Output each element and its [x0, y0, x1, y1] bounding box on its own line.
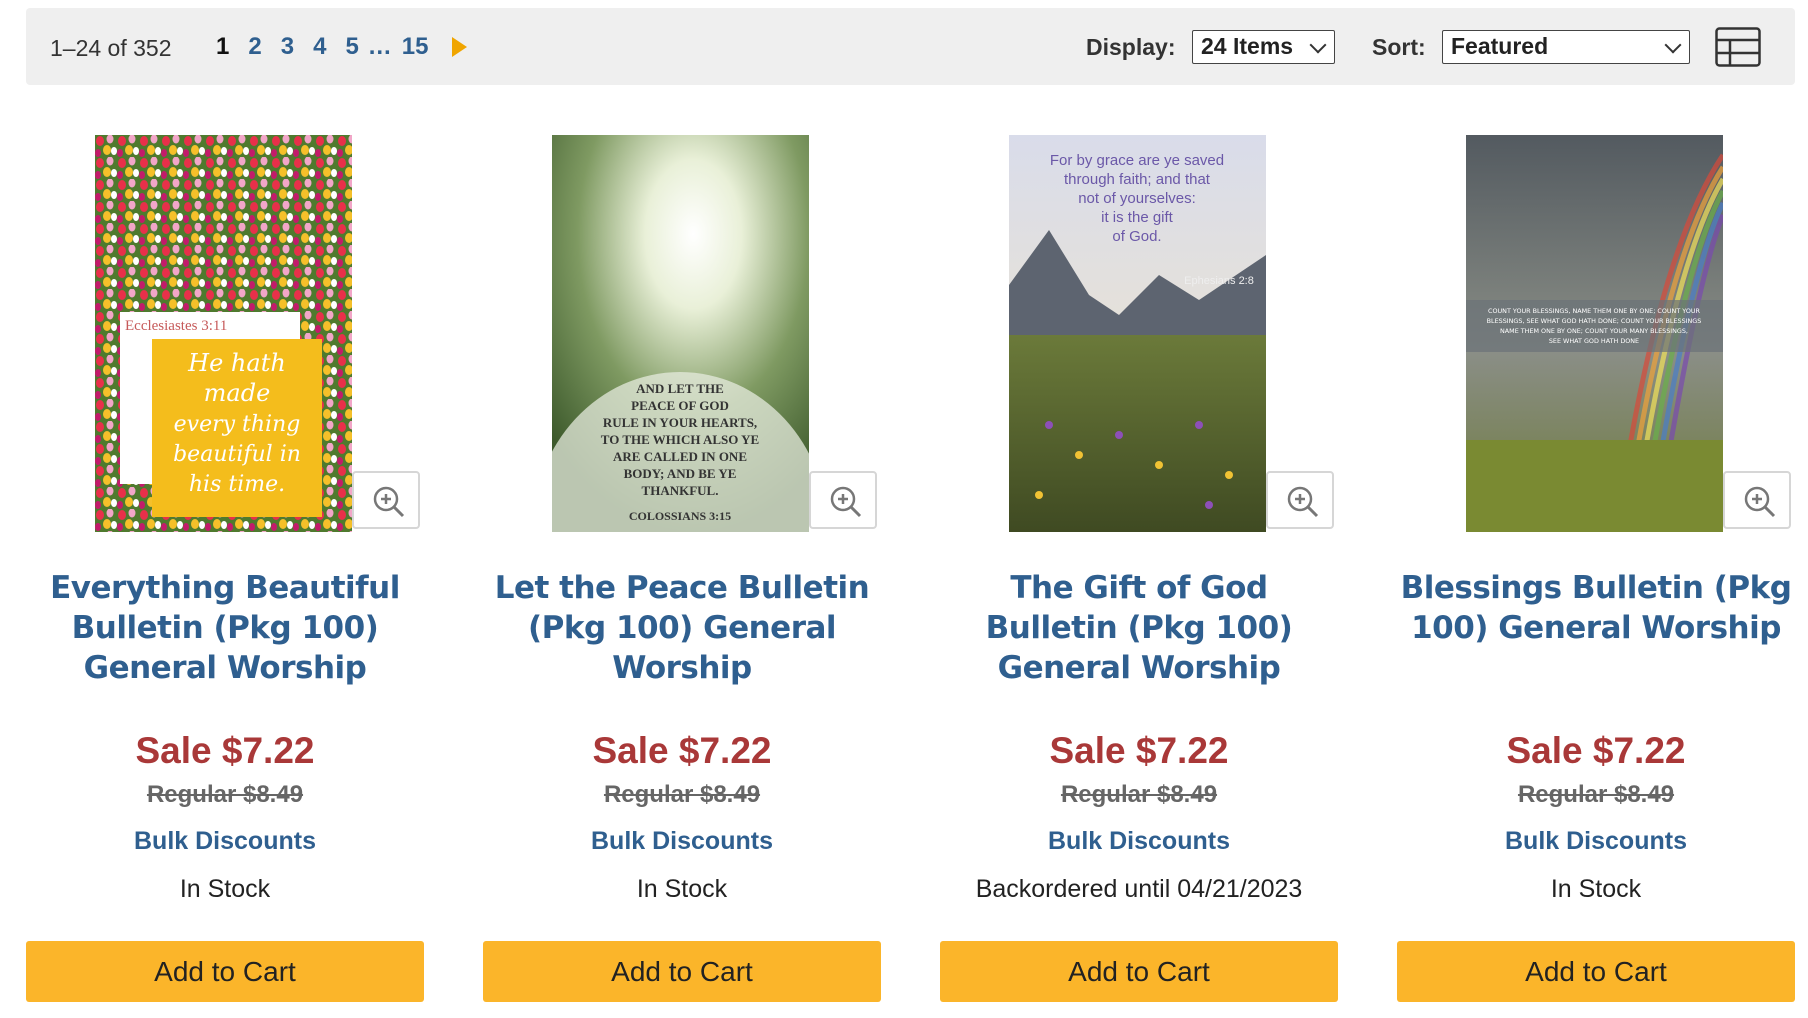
sale-price: Sale $7.22	[1049, 730, 1229, 771]
product-image-wrap: Ecclesiastes 3:11 He hath made every thi…	[95, 135, 420, 532]
page-1-current: 1	[216, 33, 230, 60]
sort-select[interactable]: Featured	[1442, 30, 1690, 64]
chevron-down-icon	[1309, 36, 1327, 54]
sale-price: Sale $7.22	[592, 730, 772, 771]
regular-price: Regular $8.49	[603, 781, 761, 808]
bulk-discounts-link[interactable]: Bulk Discounts	[1397, 827, 1795, 856]
image-text: through faith; and that	[1064, 171, 1211, 188]
image-text: every thing	[174, 412, 301, 437]
sale-price: Sale $7.22	[135, 730, 315, 771]
add-to-cart-button[interactable]: Add to Cart	[483, 941, 881, 1002]
bulk-discounts-link[interactable]: Bulk Discounts	[483, 827, 881, 856]
pagination-ellipsis: …	[367, 33, 392, 60]
display-select-value: 24 Items	[1201, 33, 1294, 59]
results-toolbar: 1–24 of 352 1 2 3 4 5 … 15 Display: 24 I…	[26, 8, 1795, 85]
bulk-discounts-link[interactable]: Bulk Discounts	[26, 827, 424, 856]
add-to-cart-button[interactable]: Add to Cart	[1397, 941, 1795, 1002]
image-text: COLOSSIANS 3:15	[629, 509, 731, 523]
image-text: He hath	[187, 349, 286, 377]
page-4-link[interactable]: 4	[313, 33, 326, 61]
product-card: AND LET THE PEACE OF GOD RULE IN YOUR HE…	[483, 135, 881, 1005]
image-text: of God.	[1112, 228, 1161, 245]
image-text: RULE IN YOUR HEARTS,	[603, 415, 757, 430]
product-image-wrap: AND LET THE PEACE OF GOD RULE IN YOUR HE…	[552, 135, 877, 532]
zoom-button[interactable]	[809, 471, 877, 529]
page-15-link[interactable]: 15	[402, 33, 429, 61]
stock-status: In Stock	[636, 875, 728, 903]
zoom-button[interactable]	[1266, 471, 1334, 529]
image-text: COUNT YOUR BLESSINGS, NAME THEM ONE BY O…	[1488, 307, 1701, 315]
image-text: THANKFUL.	[642, 483, 719, 498]
result-count: 1–24 of 352	[50, 35, 172, 61]
product-title-link[interactable]: Let the Peace Bulletin (Pkg 100) General…	[483, 568, 881, 688]
bulk-discounts-link[interactable]: Bulk Discounts	[940, 827, 1338, 856]
product-card: Ecclesiastes 3:11 He hath made every thi…	[26, 135, 424, 1005]
product-image[interactable]: AND LET THE PEACE OF GOD RULE IN YOUR HE…	[552, 135, 809, 532]
grid-view-icon[interactable]	[1715, 27, 1761, 67]
image-text: it is the gift	[1101, 209, 1174, 226]
regular-price: Regular $8.49	[1060, 781, 1218, 808]
display-label: Display:	[1086, 34, 1176, 60]
product-title-link[interactable]: The Gift of God Bulletin (Pkg 100) Gener…	[940, 568, 1338, 688]
page-5-link[interactable]: 5	[345, 33, 358, 61]
next-page-icon[interactable]	[451, 37, 467, 57]
zoom-button[interactable]	[1723, 471, 1791, 529]
sort-select-value: Featured	[1451, 33, 1549, 59]
stock-status: In Stock	[1550, 875, 1642, 903]
product-image[interactable]: Ecclesiastes 3:11 He hath made every thi…	[95, 135, 352, 532]
product-card: For by grace are ye saved through faith;…	[940, 135, 1338, 1005]
page-2-link[interactable]: 2	[248, 33, 261, 61]
image-text: made	[204, 379, 271, 407]
sale-price: Sale $7.22	[1506, 730, 1686, 771]
display-select[interactable]: 24 Items	[1192, 30, 1335, 64]
zoom-in-icon	[830, 486, 862, 518]
zoom-in-icon	[1744, 486, 1776, 518]
image-text: BLESSINGS, SEE WHAT GOD HATH DONE; COUNT…	[1487, 317, 1702, 325]
product-title-link[interactable]: Everything Beautiful Bulletin (Pkg 100) …	[26, 568, 424, 688]
zoom-in-icon	[373, 486, 405, 518]
image-text: ARE CALLED IN ONE	[613, 449, 747, 464]
product-title-link[interactable]: Blessings Bulletin (Pkg 100) General Wor…	[1397, 568, 1795, 648]
image-text: beautiful in	[173, 442, 301, 467]
image-text: PEACE OF GOD	[631, 398, 729, 413]
image-text: For by grace are ye saved	[1050, 152, 1224, 169]
chevron-down-icon	[1664, 36, 1682, 54]
stock-status: Backordered until 04/21/2023	[975, 875, 1303, 903]
image-text: his time.	[189, 472, 285, 497]
zoom-button[interactable]	[352, 471, 420, 529]
add-to-cart-button[interactable]: Add to Cart	[26, 941, 424, 1002]
image-text: Ecclesiastes 3:11	[125, 318, 227, 334]
image-text: BODY; AND BE YE	[624, 466, 737, 481]
image-text: AND LET THE	[636, 381, 724, 396]
product-image[interactable]: COUNT YOUR BLESSINGS, NAME THEM ONE BY O…	[1466, 135, 1723, 532]
product-image-wrap: For by grace are ye saved through faith;…	[1009, 135, 1334, 532]
image-text: TO THE WHICH ALSO YE	[601, 432, 759, 447]
pagination: 1 2 3 4 5 … 15	[216, 33, 467, 61]
regular-price: Regular $8.49	[1517, 781, 1675, 808]
image-text: SEE WHAT GOD HATH DONE	[1549, 337, 1639, 345]
page-3-link[interactable]: 3	[281, 33, 294, 61]
zoom-in-icon	[1287, 486, 1319, 518]
product-image-wrap: COUNT YOUR BLESSINGS, NAME THEM ONE BY O…	[1466, 135, 1791, 532]
product-card: COUNT YOUR BLESSINGS, NAME THEM ONE BY O…	[1397, 135, 1795, 1005]
product-image[interactable]: For by grace are ye saved through faith;…	[1009, 135, 1266, 532]
stock-status: In Stock	[179, 875, 271, 903]
image-text: not of yourselves:	[1078, 190, 1196, 207]
image-text: NAME THEM ONE BY ONE; COUNT YOUR MANY BL…	[1500, 327, 1688, 335]
regular-price: Regular $8.49	[146, 781, 304, 808]
add-to-cart-button[interactable]: Add to Cart	[940, 941, 1338, 1002]
image-text: Ephesians 2:8	[1184, 275, 1254, 287]
sort-label: Sort:	[1372, 34, 1426, 60]
